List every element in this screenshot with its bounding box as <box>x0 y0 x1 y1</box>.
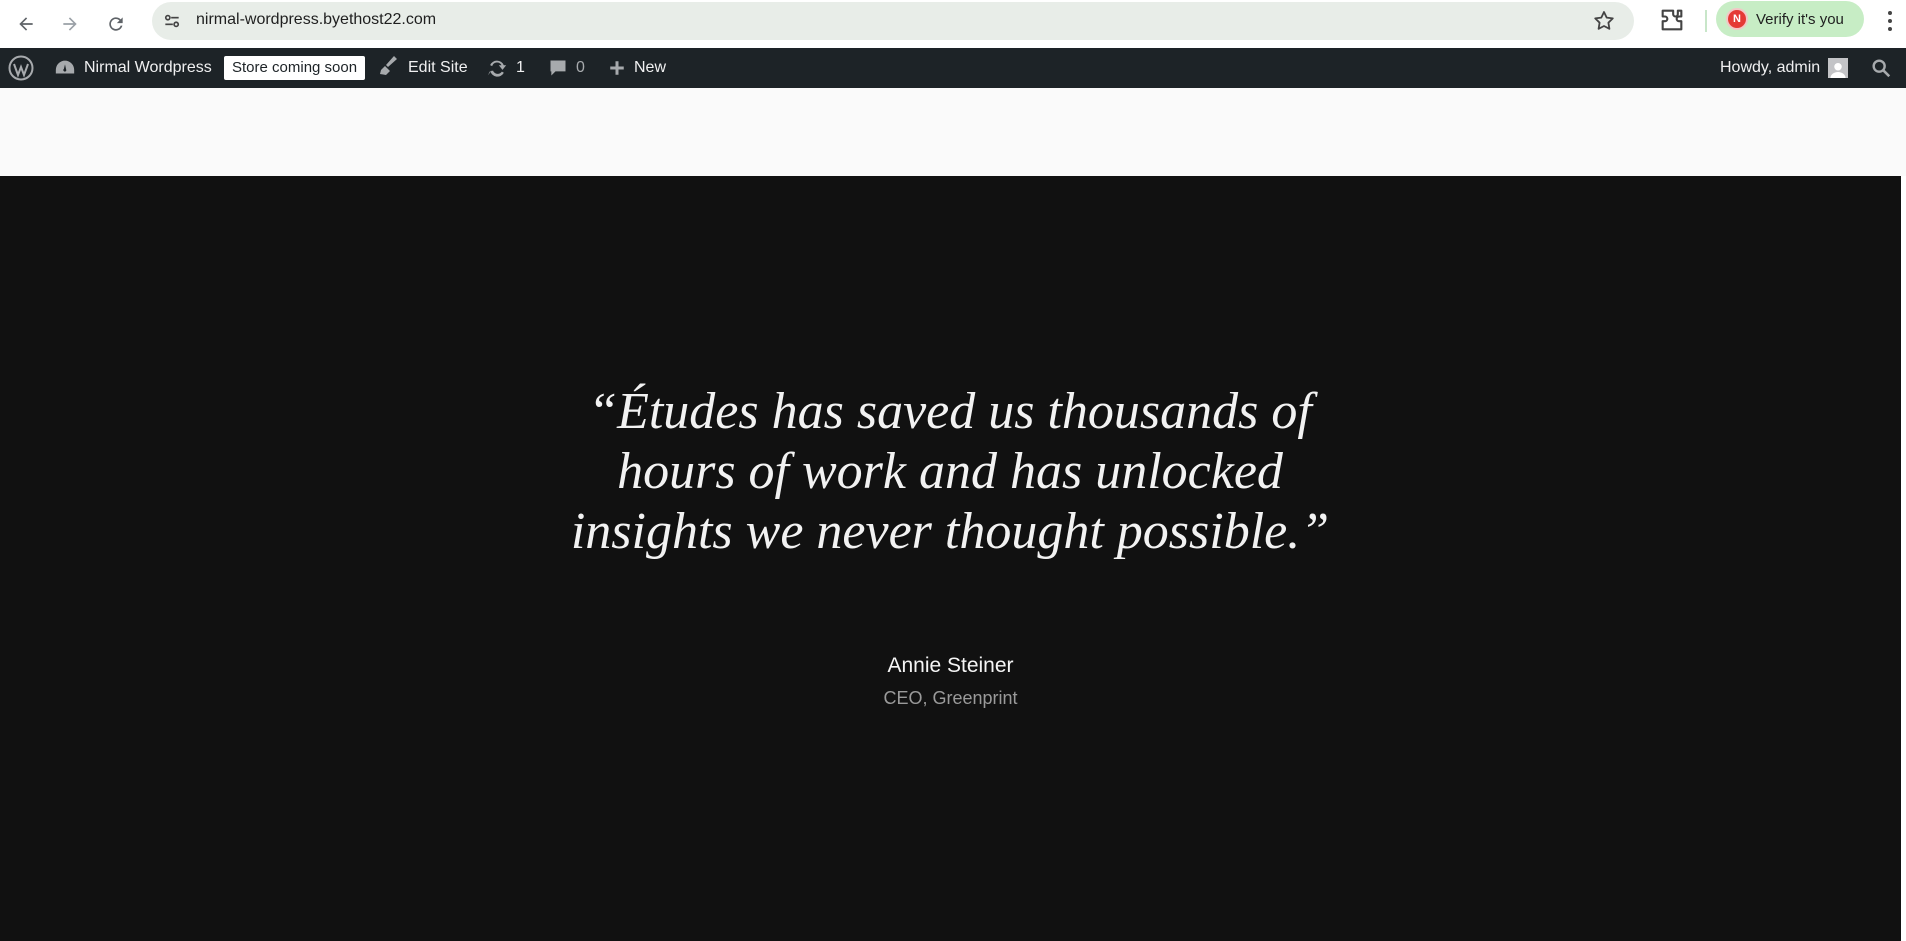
back-arrow-icon <box>19 17 33 31</box>
plus-icon <box>610 61 624 75</box>
forward-arrow-icon <box>63 17 77 31</box>
profile-avatar: N <box>1726 8 1748 30</box>
reload-icon <box>109 17 123 31</box>
new-label: New <box>634 59 667 76</box>
brush-icon <box>380 56 397 75</box>
comment-bubble-icon <box>550 60 566 76</box>
address-bar[interactable]: nirmal-wordpress.byethost22.com <box>152 2 1634 40</box>
verify-label: Verify it's you <box>1756 10 1844 28</box>
howdy-label: Howdy, admin <box>1720 59 1821 76</box>
site-name-menu[interactable]: Nirmal Wordpress <box>54 48 212 88</box>
updates-refresh-icon <box>487 60 507 77</box>
bookmark-star-icon[interactable] <box>1592 9 1616 33</box>
user-silhouette-icon <box>1830 63 1846 78</box>
wp-admin-bar: Nirmal Wordpress Store coming soon Edit … <box>0 48 1906 88</box>
edit-site-label: Edit Site <box>408 59 468 76</box>
search-icon <box>1872 59 1891 78</box>
updates-link[interactable]: 1 <box>486 48 525 88</box>
back-button[interactable] <box>8 6 44 42</box>
testimonial-section: “Études has saved us thousands of hours … <box>0 176 1901 941</box>
more-menu-icon[interactable] <box>1884 8 1896 34</box>
testimonial-quote: “Études has saved us thousands of hours … <box>570 383 1330 560</box>
store-status-item[interactable]: Store coming soon <box>224 48 366 88</box>
store-status-badge: Store coming soon <box>224 56 366 80</box>
header-spacer <box>0 88 1906 176</box>
edit-site-link[interactable]: Edit Site <box>376 48 468 88</box>
verify-profile-button[interactable]: N Verify it's you <box>1716 1 1864 37</box>
testimonial-role: CEO, Greenprint <box>883 688 1018 708</box>
my-account-menu[interactable]: Howdy, admin <box>1720 48 1849 88</box>
comments-count: 0 <box>576 59 585 76</box>
user-avatar <box>1828 58 1849 78</box>
comments-link[interactable]: 0 <box>548 48 585 88</box>
scrollbar-track[interactable] <box>1901 176 1906 941</box>
site-name-label: Nirmal Wordpress <box>84 59 212 76</box>
url-text[interactable]: nirmal-wordpress.byethost22.com <box>196 11 436 29</box>
testimonial-author: Annie Steiner <box>887 654 1014 677</box>
updates-count: 1 <box>516 59 525 76</box>
admin-search-button[interactable] <box>1870 48 1892 88</box>
wordpress-logo-icon <box>8 55 34 81</box>
reload-button[interactable] <box>98 6 134 42</box>
wp-logo-menu[interactable] <box>8 48 34 88</box>
forward-button[interactable] <box>52 6 88 42</box>
extensions-puzzle-icon[interactable] <box>1658 6 1686 34</box>
dashboard-gauge-icon <box>55 60 75 74</box>
browser-toolbar: nirmal-wordpress.byethost22.com N Verify… <box>0 0 1906 48</box>
site-settings-icon[interactable] <box>162 11 182 31</box>
new-content-menu[interactable]: New <box>608 48 666 88</box>
toolbar-divider <box>1705 10 1707 32</box>
